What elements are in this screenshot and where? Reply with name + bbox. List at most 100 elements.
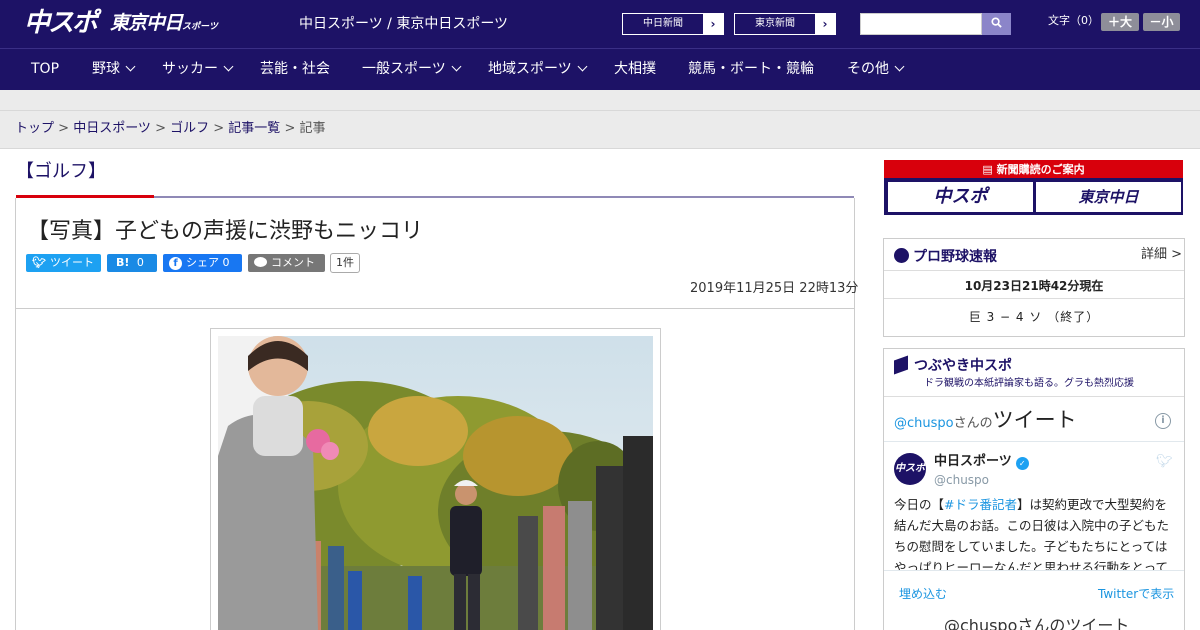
tweets-header-divider xyxy=(884,441,1184,442)
baseball-detail-link[interactable]: 詳細 > xyxy=(1141,247,1182,263)
tweet-footer-divider xyxy=(884,570,1184,571)
search-icon xyxy=(991,17,1002,28)
golf-gallery-photo xyxy=(218,336,653,630)
speech-bubble-icon xyxy=(254,257,267,267)
chevron-right-icon: › xyxy=(703,14,723,34)
tokyo-shimbun-label: 東京新聞 xyxy=(755,18,795,29)
search-input[interactable] xyxy=(860,13,982,35)
facebook-count: 0 xyxy=(222,256,230,269)
score-timestamp: 10月23日21時42分現在 xyxy=(964,279,1104,293)
nav-item-sumo[interactable]: 大相撲 xyxy=(614,49,656,90)
subscription-tokyo-logo[interactable]: 東京中日 xyxy=(1036,182,1181,212)
tweet-hashtag-link[interactable]: #ドラ番記者 xyxy=(944,497,1017,512)
subscription-title: ▤ 新聞購読のご案内 xyxy=(884,161,1183,178)
tokyo-chunichi-logo-text: 東京中日 xyxy=(110,12,183,34)
baseball-icon xyxy=(894,248,909,263)
tweets-footer-title[interactable]: @chuspoさんのツイート xyxy=(944,616,1129,630)
tweets-widget-title-text: つぶやき中スポ xyxy=(914,358,1012,374)
tweet-account-name-text: 中日スポーツ xyxy=(934,454,1012,469)
facebook-icon: f xyxy=(169,257,182,270)
tweet-account-handle[interactable]: @chuspo xyxy=(934,473,989,487)
tweet-text: 今日の【#ドラ番記者】は契約更改で大型契約を結んだ大島のお話。この日彼は入院中の… xyxy=(894,494,1174,570)
tweet-button[interactable]: 🐦︎ ツイート xyxy=(26,254,101,272)
twitter-bird-icon[interactable]: 🐦︎ xyxy=(1156,454,1173,469)
tweets-widget-divider xyxy=(884,396,1184,397)
tweets-widget-subtitle: ドラ観戦の本紙評論家も語る。グラも熱烈応援 xyxy=(924,378,1134,389)
nav-item-baseball[interactable]: 野球 xyxy=(92,49,136,90)
breadcrumb-current: 記事 xyxy=(299,121,326,136)
comment-button[interactable]: コメント xyxy=(248,254,325,272)
baseball-widget-title: プロ野球速報 xyxy=(894,248,997,266)
twitter-bird-icon: 🐦︎ xyxy=(32,256,46,269)
search-button[interactable] xyxy=(982,13,1011,35)
chunichi-shimbun-label: 中日新聞 xyxy=(643,18,683,29)
nav-item-label: サッカー xyxy=(162,61,218,77)
timeline-handle-link[interactable]: @chuspo xyxy=(894,416,954,431)
timeline-header-main: ツイート xyxy=(992,408,1077,432)
nav-item-label: TOP xyxy=(31,61,60,77)
nav-item-local-sports[interactable]: 地域スポーツ xyxy=(488,49,588,90)
font-size-label: 文字（0） xyxy=(1048,14,1099,27)
article-divider xyxy=(16,308,854,309)
nav-item-entertainment[interactable]: 芸能・社会 xyxy=(260,49,330,90)
nav-item-label: 芸能・社会 xyxy=(260,61,330,77)
nav-item-label: 一般スポーツ xyxy=(362,61,446,77)
breadcrumb-link-golf[interactable]: ゴルフ xyxy=(170,121,209,136)
chuspo-logo[interactable]: 中スポ xyxy=(24,7,98,39)
nav-item-racing[interactable]: 競馬・ボート・競輪 xyxy=(688,49,814,90)
tweet-account-name[interactable]: 中日スポーツ ✓ xyxy=(934,454,1029,470)
chunichi-shimbun-link[interactable]: 中日新聞 › xyxy=(622,13,724,35)
avatar[interactable]: 中スポ xyxy=(894,453,926,485)
comment-label: コメント xyxy=(271,256,315,269)
facebook-share-button[interactable]: f シェア 0 xyxy=(163,254,242,272)
subscription-title-text: 新聞購読のご案内 xyxy=(996,163,1085,176)
breadcrumb-separator: > xyxy=(54,121,74,136)
font-smaller-button[interactable]: －小 xyxy=(1143,13,1180,31)
comment-count-badge[interactable]: 1件 xyxy=(330,253,360,273)
view-on-twitter-link[interactable]: Twitterで表示 xyxy=(1098,586,1174,602)
tokyo-chunichi-logo[interactable]: 東京中日スポーツ xyxy=(110,11,218,39)
breadcrumb-link-chunichi-sports[interactable]: 中日スポーツ xyxy=(73,121,151,136)
ad-gap xyxy=(0,90,1200,110)
nav-item-other[interactable]: その他 xyxy=(847,49,905,90)
twitter-timeline-header: @chuspoさんのツイート xyxy=(894,404,1077,434)
baseball-widget-title-text: プロ野球速報 xyxy=(913,249,997,265)
hatena-bookmark-button[interactable]: B! 0 xyxy=(107,254,157,272)
newspaper-icon: ▤ xyxy=(982,163,997,176)
nav-item-label: 野球 xyxy=(92,61,120,77)
nav-item-general-sports[interactable]: 一般スポーツ xyxy=(362,49,462,90)
publish-date: 2019年11月25日 22時13分 xyxy=(690,281,859,296)
score-line[interactable]: 巨 3 − 4 ソ （終了） xyxy=(884,308,1184,326)
nav-item-label: 地域スポーツ xyxy=(488,61,572,77)
site-title[interactable]: 中日スポーツ / 東京中日スポーツ xyxy=(299,15,508,33)
tweet-label: ツイート xyxy=(49,256,94,269)
tokyo-chunichi-logo-small: スポーツ xyxy=(182,22,218,32)
subscription-chuspo-logo[interactable]: 中スポ xyxy=(888,182,1033,212)
breadcrumb-separator: > xyxy=(150,121,171,136)
font-larger-button[interactable]: ＋大 xyxy=(1101,13,1139,31)
info-icon[interactable]: i xyxy=(1155,413,1171,429)
breadcrumb-separator: > xyxy=(280,121,300,136)
breadcrumb-separator: > xyxy=(209,121,229,136)
tweets-widget-title: つぶやき中スポ xyxy=(894,355,1012,375)
breadcrumb-link-top[interactable]: トップ xyxy=(15,121,54,136)
chevron-down-icon xyxy=(577,61,588,72)
tokyo-shimbun-link[interactable]: 東京新聞 › xyxy=(734,13,836,35)
article-photo[interactable] xyxy=(218,336,653,630)
nav-item-label: その他 xyxy=(847,61,889,77)
breadcrumb-link-article-list[interactable]: 記事一覧 xyxy=(228,121,280,136)
article-headline: 【写真】子どもの声援に渋野もニッコリ xyxy=(27,219,424,244)
baseball-widget-divider xyxy=(884,298,1184,299)
facebook-share-label: シェア xyxy=(186,256,219,269)
breadcrumb: トップ > 中日スポーツ > ゴルフ > 記事一覧 > 記事 xyxy=(15,121,326,137)
verified-badge-icon: ✓ xyxy=(1015,457,1029,470)
timeline-header-suffix: さんの xyxy=(953,416,993,431)
chevron-right-icon: › xyxy=(815,14,835,34)
chevron-down-icon xyxy=(223,61,234,72)
nav-item-soccer[interactable]: サッカー xyxy=(162,49,234,90)
category-title: 【ゴルフ】 xyxy=(16,161,106,182)
nav-item-label: 大相撲 xyxy=(614,61,656,77)
nav-item-top[interactable]: TOP xyxy=(31,49,59,90)
chevron-down-icon xyxy=(894,61,905,72)
embed-link[interactable]: 埋め込む xyxy=(899,586,947,602)
